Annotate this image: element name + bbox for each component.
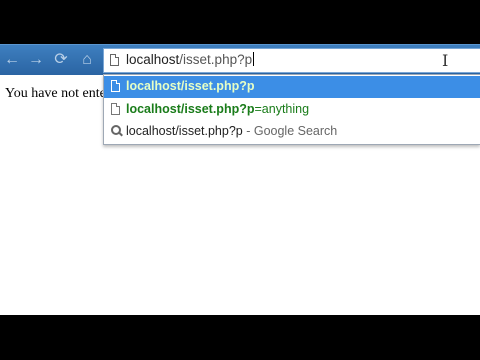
page-icon <box>111 80 120 92</box>
page-body-text: You have not enter <box>5 86 111 101</box>
suggestion-url: localhost/isset.php?p <box>126 79 255 93</box>
search-query: localhost/isset.php?p <box>126 124 243 138</box>
suggestion-item-search[interactable]: localhost/isset.php?p - Google Search <box>104 121 480 143</box>
url-path: /isset.php?p <box>179 52 253 67</box>
suggestion-url-match: localhost/isset.php?p <box>126 102 255 116</box>
back-arrow-icon[interactable]: ← <box>2 51 22 69</box>
url-host: localhost <box>126 52 180 67</box>
omnibox-suggestions: localhost/isset.php?p localhost/isset.ph… <box>103 74 480 145</box>
address-bar-text[interactable]: localhost/isset.php?p <box>126 52 255 67</box>
search-source: - Google Search <box>242 124 338 138</box>
browser-toolbar: ← → ⟳ ⌂ localhost/isset.php?p I <box>0 44 480 75</box>
browser-window: ← → ⟳ ⌂ localhost/isset.php?p I You have… <box>0 44 480 315</box>
text-cursor-icon: I <box>442 51 449 70</box>
forward-arrow-icon[interactable]: → <box>26 51 46 69</box>
reload-icon[interactable]: ⟳ <box>51 51 71 69</box>
page-icon <box>110 54 119 66</box>
suggestion-item-selected[interactable]: localhost/isset.php?p <box>104 76 480 98</box>
page-icon <box>111 103 120 115</box>
suggestion-url: localhost/isset.php?p=anything <box>126 102 309 116</box>
search-icon <box>111 125 123 137</box>
text-caret <box>253 52 255 66</box>
suggestion-item[interactable]: localhost/isset.php?p=anything <box>104 99 480 121</box>
suggestion-url-tail: =anything <box>254 102 310 116</box>
address-bar[interactable]: localhost/isset.php?p I <box>103 48 480 73</box>
suggestion-search-text: localhost/isset.php?p - Google Search <box>126 124 337 138</box>
home-icon[interactable]: ⌂ <box>77 51 97 69</box>
